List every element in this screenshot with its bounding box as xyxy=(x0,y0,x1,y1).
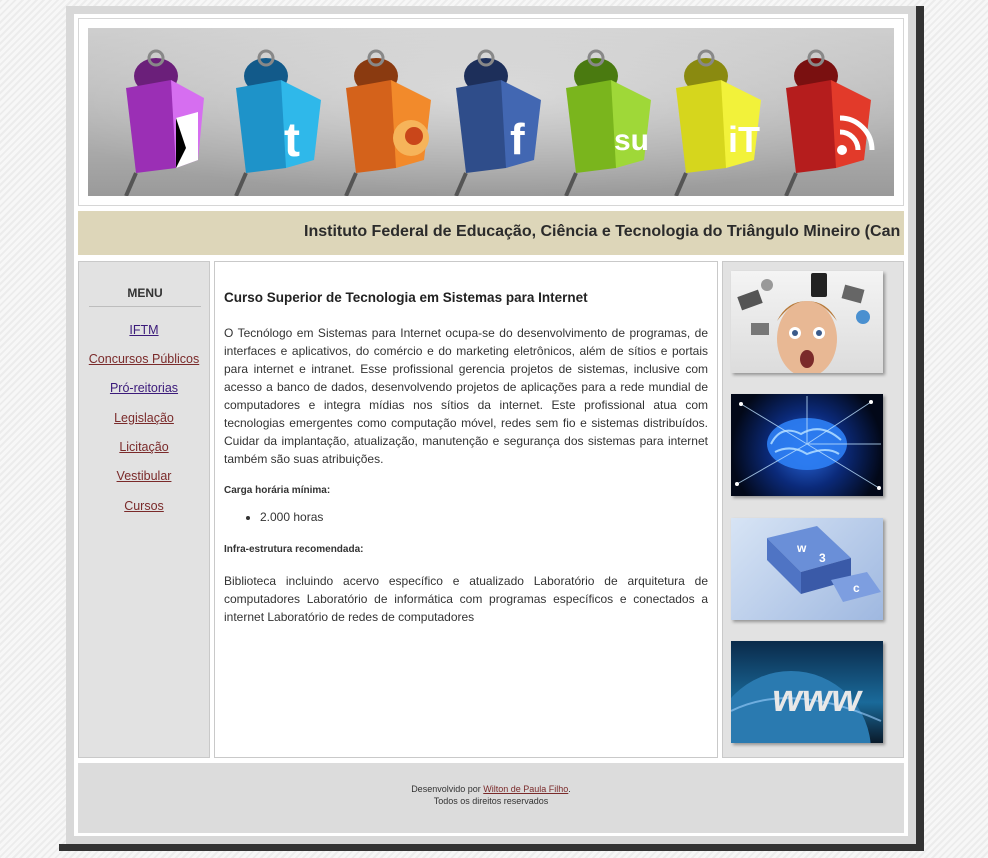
footer-developed-by: Desenvolvido por xyxy=(411,784,481,794)
course-description: O Tecnólogo em Sistemas para Internet oc… xyxy=(224,326,708,466)
page-inner: t f su iT Instituto Federal de Educação,… xyxy=(74,14,908,836)
menu-item-pro-reitorias[interactable]: Pró-reitorias xyxy=(79,381,209,395)
infra-label: Infra-estrutura recomendada: xyxy=(224,544,364,555)
www-globe-image: www xyxy=(731,641,883,743)
footer-credit: Desenvolvido por Wilton de Paula Filho. xyxy=(78,784,904,794)
glowing-brain-image xyxy=(731,394,883,496)
footer-period: . xyxy=(568,784,571,794)
footer-author-link[interactable]: Wilton de Paula Filho xyxy=(483,784,568,794)
sidebar-menu: MENU IFTM Concursos Públicos Pró-reitori… xyxy=(78,261,210,758)
svg-text:iT: iT xyxy=(728,119,760,160)
menu-title: MENU xyxy=(89,286,201,307)
infra-text: Biblioteca incluindo acervo específico e… xyxy=(224,574,708,624)
institution-title: Instituto Federal de Educação, Ciência e… xyxy=(304,223,901,240)
footer-rights: Todos os direitos reservados xyxy=(433,796,549,806)
menu-item-licitacao[interactable]: Licitação xyxy=(79,440,209,454)
w3c-keyboard-keys-image: w 3 c xyxy=(731,518,883,620)
page-frame: t f su iT Instituto Federal de Educação,… xyxy=(59,6,924,851)
menu-item-vestibular[interactable]: Vestibular xyxy=(79,469,209,483)
menu-item-legislacao[interactable]: Legislação xyxy=(79,411,209,425)
surprised-man-gadgets-image xyxy=(731,271,883,373)
hours-label: Carga horária mínima: xyxy=(224,485,331,496)
svg-text:www: www xyxy=(768,677,865,720)
menu-item-concursos-publicos[interactable]: Concursos Públicos xyxy=(79,352,209,366)
menu-item-cursos[interactable]: Cursos xyxy=(79,499,209,513)
svg-text:f: f xyxy=(510,115,525,164)
header-banner: t f su iT xyxy=(88,28,894,196)
header-banner-frame: t f su iT xyxy=(78,18,904,206)
main-content: Curso Superior de Tecnologia em Sistemas… xyxy=(214,261,718,758)
svg-text:c: c xyxy=(853,581,860,595)
footer: Desenvolvido por Wilton de Paula Filho. … xyxy=(78,763,904,833)
institution-title-bar: Instituto Federal de Educação, Ciência e… xyxy=(78,211,904,255)
image-sidebar: w 3 c www xyxy=(722,261,904,758)
svg-text:t: t xyxy=(284,114,300,167)
menu-item-iftm[interactable]: IFTM xyxy=(79,323,209,337)
hours-list: 2.000 horas xyxy=(224,510,323,524)
svg-text:w: w xyxy=(796,541,807,555)
list-item: 2.000 horas xyxy=(260,510,323,524)
svg-text:su: su xyxy=(614,124,649,157)
svg-text:3: 3 xyxy=(819,551,826,565)
course-heading: Curso Superior de Tecnologia em Sistemas… xyxy=(224,290,588,305)
